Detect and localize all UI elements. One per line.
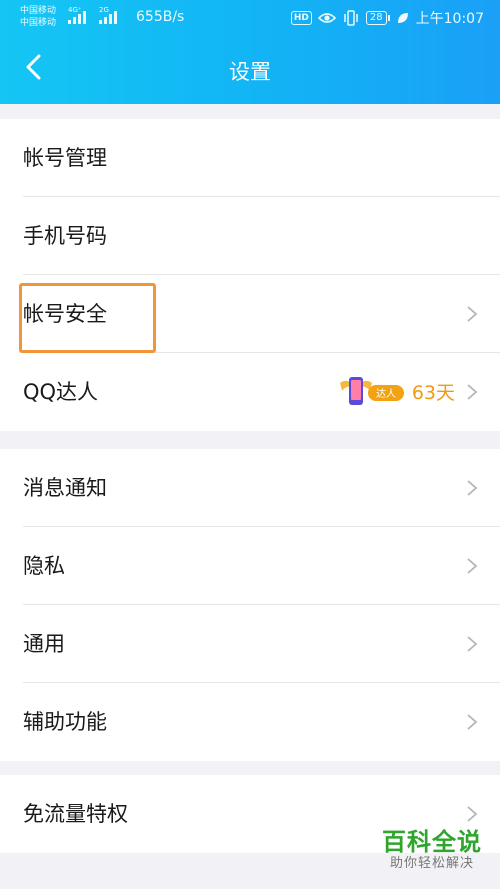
- chevron-right-icon: [467, 636, 478, 652]
- page-title: 设置: [229, 60, 271, 84]
- carrier-1: 中国移动: [20, 6, 57, 16]
- leaf-icon: [397, 13, 408, 23]
- settings-item-qq-talent[interactable]: QQ达人 达人 63天: [0, 353, 500, 431]
- watermark-subtitle: 助你轻松解决: [389, 856, 474, 871]
- chevron-right-icon: [467, 714, 478, 730]
- battery-icon: 28: [365, 11, 390, 25]
- settings-item-notifications[interactable]: 消息通知: [0, 449, 500, 527]
- chevron-right-icon: [467, 306, 478, 322]
- chevron-right-icon: [467, 806, 478, 822]
- clock: 上午10:07: [415, 11, 484, 27]
- watermark-logo: 百科全说 助你轻松解决: [382, 828, 482, 872]
- battery-level: 28: [365, 11, 387, 25]
- settings-item-label: 通用: [23, 632, 65, 656]
- settings-item-general[interactable]: 通用: [0, 605, 500, 683]
- talent-info: 达人 63天: [338, 373, 455, 409]
- settings-item-label: 帐号管理: [23, 146, 107, 170]
- settings-item-privacy[interactable]: 隐私: [0, 527, 500, 605]
- settings-item-accessibility[interactable]: 辅助功能: [0, 683, 500, 761]
- signal-2-icon: [99, 10, 127, 24]
- settings-item-label: 消息通知: [23, 476, 107, 500]
- network-speed: 655B/s: [136, 9, 185, 25]
- settings-item-label: 隐私: [23, 554, 65, 578]
- settings-item-label: 手机号码: [23, 224, 107, 248]
- carrier-2: 中国移动: [20, 18, 57, 28]
- highlight-annotation-box: [19, 283, 156, 353]
- chevron-right-icon: [467, 558, 478, 574]
- talent-days: 63天: [411, 381, 455, 404]
- talent-badge-icon: 达人: [339, 377, 404, 405]
- chevron-right-icon: [467, 480, 478, 496]
- settings-item-account-management[interactable]: 帐号管理: [0, 119, 500, 197]
- settings-item-label: QQ达人: [23, 380, 99, 404]
- talent-badge-text: 达人: [376, 388, 396, 400]
- status-right: HD 28 上午10:07: [290, 8, 484, 28]
- settings-item-label: 辅助功能: [23, 710, 107, 734]
- carrier-names: 中国移动 中国移动: [20, 5, 56, 29]
- settings-item-phone-number[interactable]: 手机号码: [0, 197, 500, 275]
- hd-icon: HD: [290, 11, 312, 25]
- settings-item-label: 免流量特权: [23, 802, 128, 826]
- watermark-title: 百科全说: [382, 828, 482, 856]
- chevron-right-icon: [467, 384, 478, 400]
- settings-section-account: 帐号管理 手机号码 帐号安全 QQ达人 达人 63天: [0, 119, 500, 431]
- signal-1-icon: [68, 10, 96, 24]
- vibrate-icon: [344, 10, 358, 26]
- title-bar: 中国移动 中国移动 4G⁺ 2G 655B/s HD 28 上午10:07 设置: [0, 0, 500, 104]
- settings-section-general: 消息通知 隐私 通用 辅助功能: [0, 449, 500, 761]
- status-bar: 中国移动 中国移动 4G⁺ 2G 655B/s HD 28 上午10:07: [0, 0, 500, 36]
- eye-icon: [317, 13, 336, 23]
